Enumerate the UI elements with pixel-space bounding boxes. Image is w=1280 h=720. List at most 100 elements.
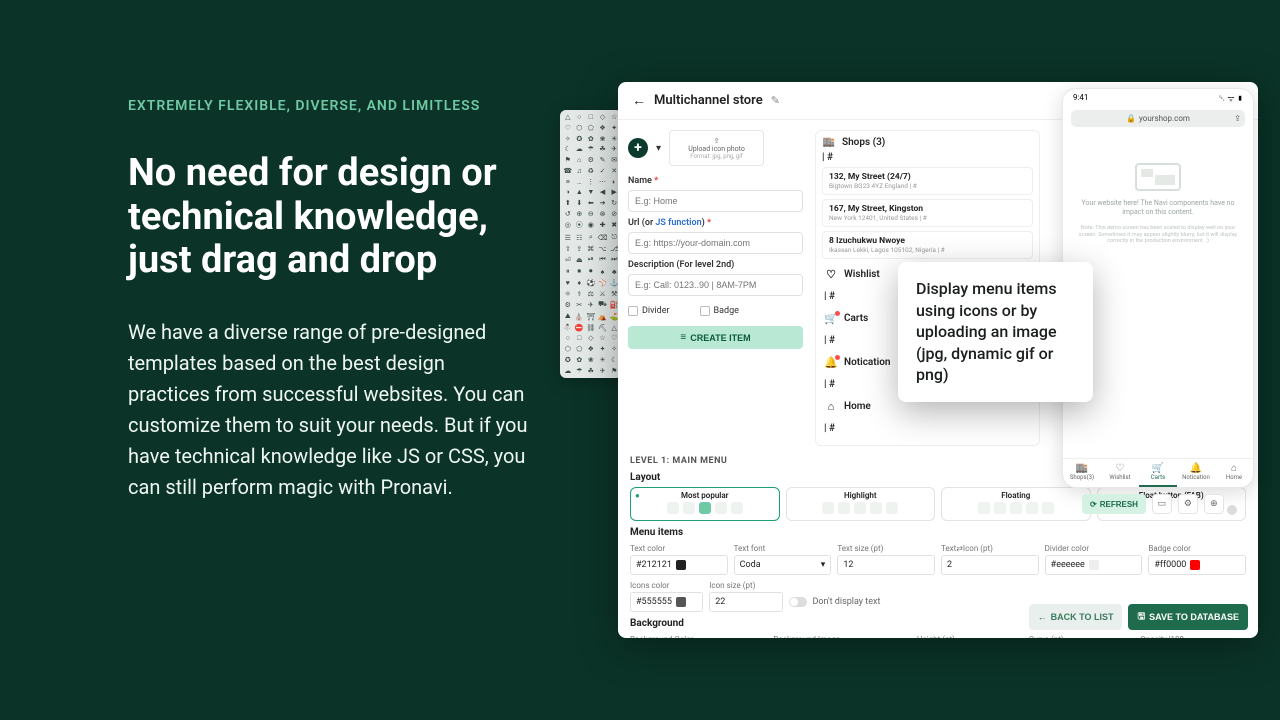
palette-icon[interactable]: ✓: [598, 167, 608, 176]
palette-icon[interactable]: ◑: [563, 188, 573, 197]
palette-icon[interactable]: ⛟: [598, 300, 608, 310]
palette-icon[interactable]: ⬅: [586, 199, 596, 208]
refresh-button[interactable]: ⟳ REFRESH: [1082, 494, 1146, 514]
desktop-view-icon[interactable]: ▭: [1152, 494, 1172, 514]
palette-icon[interactable]: ▲: [575, 188, 585, 197]
palette-icon[interactable]: ✂: [575, 300, 585, 310]
name-input[interactable]: [628, 190, 803, 212]
chevron-down-icon[interactable]: ▾: [656, 143, 661, 154]
palette-icon[interactable]: ≡: [563, 177, 573, 186]
palette-icon[interactable]: ☂: [586, 145, 596, 154]
palette-icon[interactable]: ☘: [598, 145, 608, 154]
palette-icon[interactable]: ⛪: [575, 312, 585, 322]
palette-icon[interactable]: ○: [563, 334, 573, 343]
palette-icon[interactable]: ⬆: [563, 199, 573, 208]
add-view-icon[interactable]: ⊕: [1204, 494, 1224, 514]
preview-tab[interactable]: ⌂Home: [1215, 459, 1253, 487]
palette-icon[interactable]: ☷: [575, 233, 585, 243]
opacity-field[interactable]: Opacity/100100: [1140, 635, 1246, 638]
palette-icon[interactable]: ☰: [563, 233, 573, 243]
palette-icon[interactable]: ⚔: [598, 289, 608, 298]
text-icon-gap-field[interactable]: Text⇄Icon (pt)2: [941, 544, 1039, 575]
palette-icon[interactable]: ⬇: [575, 199, 585, 208]
palette-icon[interactable]: ◀: [598, 188, 608, 197]
url-input[interactable]: [628, 232, 803, 254]
text-size-field[interactable]: Text size (pt)12: [837, 544, 935, 575]
palette-icon[interactable]: ⛓: [586, 323, 596, 332]
palette-icon[interactable]: ⌘: [586, 244, 596, 253]
palette-icon[interactable]: ✦: [598, 345, 608, 354]
palette-icon[interactable]: ▼: [586, 188, 596, 197]
height-field[interactable]: Height (pt)54: [917, 635, 1023, 638]
palette-icon[interactable]: ⛺: [598, 312, 608, 322]
palette-icon[interactable]: ⚾: [598, 279, 608, 288]
layout-card[interactable]: Floating: [941, 487, 1091, 521]
badge-color-field[interactable]: Badge color#ff0000: [1148, 544, 1246, 575]
palette-icon[interactable]: ⋯: [598, 177, 608, 186]
palette-icon[interactable]: ⌕: [586, 233, 596, 243]
share-icon[interactable]: ⇪: [1234, 114, 1241, 123]
palette-icon[interactable]: ⦿: [575, 220, 585, 231]
palette-icon[interactable]: ☁: [575, 145, 585, 154]
palette-icon[interactable]: ✿: [586, 134, 596, 143]
palette-icon[interactable]: ❖: [598, 124, 608, 133]
badge-checkbox[interactable]: Badge: [700, 306, 739, 316]
shop-item[interactable]: 132, My Street (24/7)Bigtown BG23 4YZ En…: [822, 167, 1033, 195]
preview-tab[interactable]: ♡Wishlist: [1101, 459, 1139, 487]
shop-item[interactable]: 8 Izuchukwu NwoyeIkassan Lekki, Lagos 10…: [822, 231, 1033, 259]
divider-color-field[interactable]: Divider color#eeeeee: [1045, 544, 1143, 575]
palette-icon[interactable]: ♦: [575, 279, 585, 288]
palette-icon[interactable]: …: [575, 177, 585, 186]
palette-icon[interactable]: ↺: [563, 209, 573, 218]
palette-icon[interactable]: ✈: [586, 300, 596, 310]
palette-icon[interactable]: ⛄: [563, 323, 573, 332]
palette-icon[interactable]: ⏸: [563, 267, 573, 277]
palette-icon[interactable]: ⏎: [563, 255, 573, 265]
palette-icon[interactable]: △: [563, 113, 573, 122]
layout-card[interactable]: Most popular: [630, 487, 780, 521]
palette-icon[interactable]: ○: [575, 113, 585, 122]
palette-icon[interactable]: □: [575, 334, 585, 343]
dont-display-text-toggle[interactable]: Don't display text: [789, 591, 1009, 612]
palette-icon[interactable]: ♡: [563, 124, 573, 133]
add-icon[interactable]: +: [628, 138, 648, 158]
palette-icon[interactable]: ⊕: [575, 209, 585, 218]
palette-icon[interactable]: ⊗: [598, 209, 608, 218]
palette-icon[interactable]: ⏺: [586, 267, 596, 277]
palette-icon[interactable]: ⛔: [575, 323, 585, 332]
palette-icon[interactable]: ⚽: [586, 279, 596, 288]
palette-icon[interactable]: ⏯: [586, 255, 596, 265]
back-arrow-icon[interactable]: ←: [632, 92, 646, 109]
palette-icon[interactable]: ◇: [598, 113, 608, 122]
edit-icon[interactable]: ✎: [771, 94, 780, 107]
divider-checkbox[interactable]: Divider: [628, 306, 670, 316]
palette-icon[interactable]: ⋮: [586, 177, 596, 186]
palette-icon[interactable]: ⚙: [563, 300, 573, 310]
palette-icon[interactable]: ⛩: [586, 312, 596, 322]
palette-icon[interactable]: ✎: [598, 156, 608, 165]
palette-icon[interactable]: □: [586, 113, 596, 122]
palette-icon[interactable]: ☎: [563, 167, 573, 176]
palette-icon[interactable]: ⏏: [575, 255, 585, 265]
palette-icon[interactable]: ◉: [586, 220, 596, 231]
palette-icon[interactable]: ♠: [598, 267, 608, 277]
palette-icon[interactable]: ✈: [598, 366, 608, 375]
back-to-list-button[interactable]: ← BACK TO LIST: [1029, 604, 1123, 630]
palette-icon[interactable]: ⚑: [563, 156, 573, 165]
upload-icon-photo[interactable]: ⇪ Upload icon photo Format: jpg, png, gi…: [669, 130, 764, 166]
palette-icon[interactable]: ❖: [586, 345, 596, 354]
palette-icon[interactable]: ⌂: [575, 156, 585, 165]
palette-icon[interactable]: ◇: [586, 334, 596, 343]
palette-icon[interactable]: ⬡: [563, 345, 573, 354]
palette-icon[interactable]: ❀: [598, 134, 608, 143]
palette-icon[interactable]: ✪: [563, 356, 573, 365]
settings-icon[interactable]: ⚙: [1178, 494, 1198, 514]
bg-image-field[interactable]: Background Imagehttps://: [773, 635, 910, 638]
preview-tab[interactable]: 🏬Shops(3): [1063, 459, 1101, 487]
text-color-field[interactable]: Text color#212121: [630, 544, 728, 575]
palette-icon[interactable]: ⌥: [598, 244, 608, 253]
palette-icon[interactable]: ♻: [586, 167, 596, 176]
palette-icon[interactable]: ⬠: [575, 345, 585, 354]
palette-icon[interactable]: ❀: [586, 356, 596, 365]
text-font-field[interactable]: Text fontCoda▾: [734, 544, 832, 575]
